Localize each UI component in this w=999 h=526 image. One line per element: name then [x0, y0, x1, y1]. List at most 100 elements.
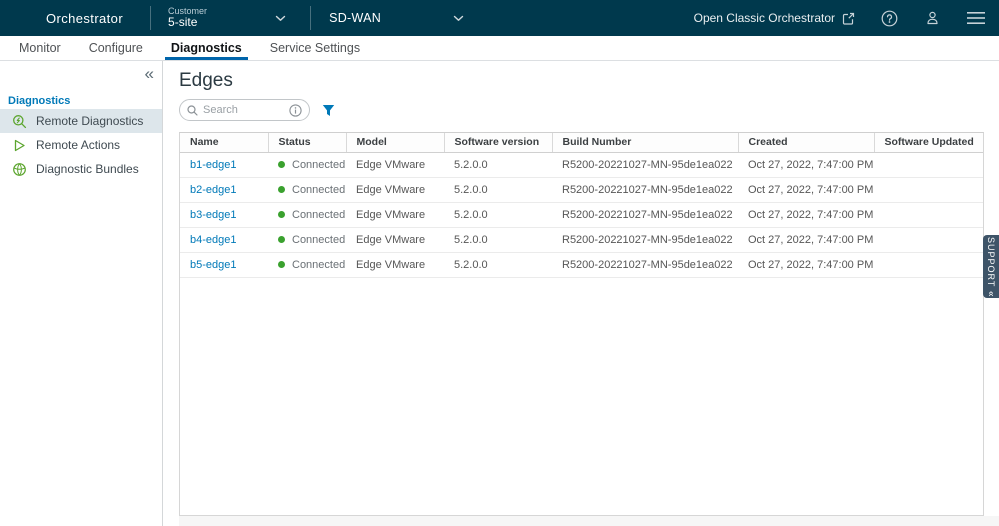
- edge-model-cell: Edge VMware: [346, 202, 444, 227]
- status-text: Connected: [292, 184, 345, 196]
- search-input[interactable]: [203, 104, 284, 116]
- service-selector[interactable]: SD-WAN: [329, 11, 381, 25]
- chevron-down-icon[interactable]: [275, 15, 286, 22]
- sidebar: « Diagnostics Remote Diagnostics Remote …: [0, 61, 163, 526]
- edge-model-cell: Edge VMware: [346, 227, 444, 252]
- user-icon[interactable]: [924, 10, 941, 27]
- edge-link[interactable]: b5-edge1: [190, 259, 237, 271]
- edge-name-cell: b2-edge1: [180, 177, 268, 202]
- table-row[interactable]: b5-edge1 Connected Edge VMware 5.2.0.0 R…: [180, 252, 983, 277]
- status-dot-icon: [278, 211, 285, 218]
- menu-icon[interactable]: [967, 11, 985, 25]
- table-footer: [179, 516, 999, 526]
- edge-model-cell: Edge VMware: [346, 177, 444, 202]
- edge-model-cell: Edge VMware: [346, 152, 444, 177]
- header-divider: [150, 6, 151, 30]
- edges-table: Name Status Model Software version Build…: [180, 133, 983, 278]
- help-icon[interactable]: [881, 10, 898, 27]
- edge-created-cell: Oct 27, 2022, 7:47:00 PM: [738, 177, 874, 202]
- edge-build-number-cell: R5200-20221027-MN-95de1ea022: [552, 252, 738, 277]
- column-header-name[interactable]: Name: [180, 133, 268, 152]
- sidebar-collapse-icon[interactable]: «: [145, 65, 154, 82]
- chevron-down-icon[interactable]: [453, 15, 464, 22]
- status-text: Connected: [292, 209, 345, 221]
- edge-name-cell: b5-edge1: [180, 252, 268, 277]
- table-header-row: Name Status Model Software version Build…: [180, 133, 983, 152]
- edge-link[interactable]: b3-edge1: [190, 209, 237, 221]
- top-tabbar: Monitor Configure Diagnostics Service Se…: [0, 36, 999, 61]
- table-row[interactable]: b4-edge1 Connected Edge VMware 5.2.0.0 R…: [180, 227, 983, 252]
- filter-icon[interactable]: [322, 104, 335, 117]
- column-header-status[interactable]: Status: [268, 133, 346, 152]
- edge-software-version-cell: 5.2.0.0: [444, 227, 552, 252]
- open-classic-orchestrator-link[interactable]: Open Classic Orchestrator: [694, 11, 855, 25]
- info-icon[interactable]: [289, 104, 302, 117]
- edge-status-cell: Connected: [268, 227, 346, 252]
- edge-status-cell: Connected: [268, 202, 346, 227]
- edge-created-cell: Oct 27, 2022, 7:47:00 PM: [738, 227, 874, 252]
- edge-software-updated-cell: [874, 202, 983, 227]
- sidebar-item-remote-diagnostics[interactable]: Remote Diagnostics: [0, 109, 162, 133]
- tab-service-settings[interactable]: Service Settings: [260, 36, 370, 60]
- column-header-software-updated[interactable]: Software Updated: [874, 133, 983, 152]
- edge-link[interactable]: b2-edge1: [190, 184, 237, 196]
- edge-software-updated-cell: [874, 152, 983, 177]
- page-title: Edges: [179, 70, 233, 92]
- edge-link[interactable]: b4-edge1: [190, 234, 237, 246]
- table-row[interactable]: b1-edge1 Connected Edge VMware 5.2.0.0 R…: [180, 152, 983, 177]
- status-dot-icon: [278, 161, 285, 168]
- tab-diagnostics[interactable]: Diagnostics: [161, 36, 252, 60]
- edges-table-panel: Name Status Model Software version Build…: [179, 132, 984, 516]
- table-row[interactable]: b3-edge1 Connected Edge VMware 5.2.0.0 R…: [180, 202, 983, 227]
- header-divider: [310, 6, 311, 30]
- edge-name-cell: b3-edge1: [180, 202, 268, 227]
- tab-configure[interactable]: Configure: [79, 36, 153, 60]
- edge-created-cell: Oct 27, 2022, 7:47:00 PM: [738, 252, 874, 277]
- edge-status-cell: Connected: [268, 152, 346, 177]
- support-tab[interactable]: SUPPORT «: [983, 235, 999, 298]
- support-tab-label: SUPPORT: [986, 237, 996, 287]
- customer-selector[interactable]: Customer 5-site: [168, 6, 207, 30]
- column-header-software-version[interactable]: Software version: [444, 133, 552, 152]
- diagnostic-bundles-icon: [12, 162, 27, 177]
- column-header-created[interactable]: Created: [738, 133, 874, 152]
- search-box: [179, 99, 310, 121]
- table-row[interactable]: b2-edge1 Connected Edge VMware 5.2.0.0 R…: [180, 177, 983, 202]
- column-header-model[interactable]: Model: [346, 133, 444, 152]
- sidebar-section-title: Diagnostics: [8, 95, 70, 107]
- edge-build-number-cell: R5200-20221027-MN-95de1ea022: [552, 227, 738, 252]
- column-header-build-number[interactable]: Build Number: [552, 133, 738, 152]
- chevron-collapse-icon: «: [986, 291, 997, 297]
- sidebar-item-remote-actions[interactable]: Remote Actions: [0, 133, 162, 157]
- edge-software-updated-cell: [874, 252, 983, 277]
- main-content: Edges: [164, 61, 999, 526]
- app-header: Orchestrator Customer 5-site SD-WAN Open…: [0, 0, 999, 36]
- brand-title: Orchestrator: [46, 11, 123, 26]
- sidebar-item-diagnostic-bundles[interactable]: Diagnostic Bundles: [0, 157, 162, 181]
- edge-software-version-cell: 5.2.0.0: [444, 202, 552, 227]
- edge-software-updated-cell: [874, 177, 983, 202]
- open-classic-label: Open Classic Orchestrator: [694, 11, 835, 25]
- edge-software-version-cell: 5.2.0.0: [444, 177, 552, 202]
- edges-table-body: b1-edge1 Connected Edge VMware 5.2.0.0 R…: [180, 152, 983, 277]
- status-dot-icon: [278, 186, 285, 193]
- edge-software-updated-cell: [874, 227, 983, 252]
- status-text: Connected: [292, 159, 345, 171]
- edge-created-cell: Oct 27, 2022, 7:47:00 PM: [738, 202, 874, 227]
- edge-status-cell: Connected: [268, 177, 346, 202]
- sidebar-item-label: Diagnostic Bundles: [36, 162, 139, 176]
- sidebar-item-label: Remote Actions: [36, 138, 120, 152]
- customer-value: 5-site: [168, 16, 207, 30]
- edge-link[interactable]: b1-edge1: [190, 159, 237, 171]
- remote-actions-icon: [12, 138, 27, 153]
- edge-build-number-cell: R5200-20221027-MN-95de1ea022: [552, 152, 738, 177]
- edge-model-cell: Edge VMware: [346, 252, 444, 277]
- sidebar-item-label: Remote Diagnostics: [36, 114, 143, 128]
- edge-software-version-cell: 5.2.0.0: [444, 152, 552, 177]
- tab-monitor[interactable]: Monitor: [9, 36, 71, 60]
- edge-name-cell: b4-edge1: [180, 227, 268, 252]
- status-text: Connected: [292, 259, 345, 271]
- edge-created-cell: Oct 27, 2022, 7:47:00 PM: [738, 152, 874, 177]
- search-icon: [187, 105, 198, 116]
- external-link-icon: [842, 12, 855, 25]
